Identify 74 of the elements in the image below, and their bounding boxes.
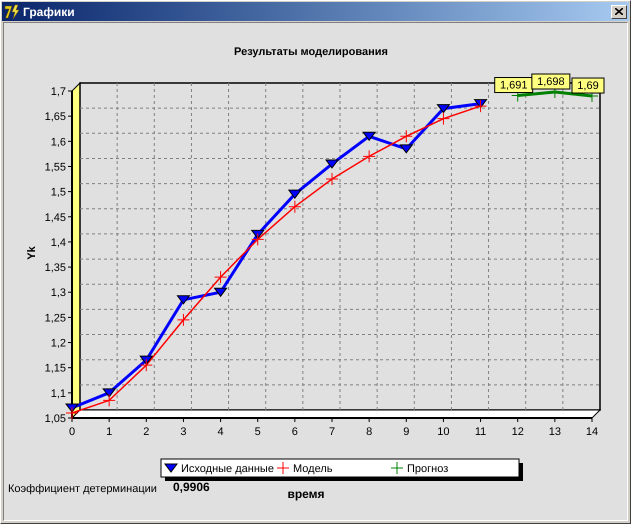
- annotation: 1,698: [537, 76, 565, 88]
- cross-marker: [474, 100, 488, 113]
- cross-marker: [102, 394, 116, 407]
- axis-tick-label: 1,2: [50, 338, 66, 350]
- triangle-marker: [139, 356, 154, 365]
- value-label: 1,691: [494, 77, 534, 94]
- triangle-marker: [102, 388, 116, 398]
- triangle-marker: [214, 288, 228, 298]
- axis-tick-label: 1,65: [44, 111, 66, 124]
- close-icon: [615, 8, 623, 15]
- cross-marker: [326, 172, 338, 186]
- legend-label: Исходные данные: [181, 463, 274, 475]
- window-title: Графики: [23, 4, 75, 20]
- axis-tick-label: 6: [292, 426, 298, 438]
- axis-tick-label: 7: [328, 426, 336, 438]
- axis-tick-label: 5: [254, 426, 261, 438]
- annotation: 1,69: [577, 80, 599, 92]
- axis-tick-label: 8: [366, 426, 372, 438]
- close-button[interactable]: [611, 4, 627, 18]
- legend-cross-marker: [276, 462, 290, 474]
- legend-cross-marker: [390, 462, 404, 474]
- cross-marker: [400, 130, 413, 143]
- cross-marker: [436, 112, 450, 126]
- axis-tick-label: 1,1: [50, 388, 66, 400]
- axis-tick-label: 1,3: [50, 287, 66, 300]
- legend-label: Прогноз: [407, 463, 448, 475]
- triangle-marker: [399, 144, 414, 154]
- axis-tick-label: 1,5: [50, 186, 66, 199]
- cross-marker: [140, 358, 153, 372]
- axis-title: Yk: [26, 246, 38, 260]
- axis-tick-label: 1,45: [44, 212, 66, 224]
- chart-title: Результаты моделирования: [234, 46, 388, 58]
- value-label: 1,698: [531, 74, 570, 90]
- axis-tick-label: 1,55: [44, 161, 66, 174]
- triangle-marker: [250, 230, 265, 240]
- triangle-marker: [362, 132, 376, 142]
- axis-tick-label: 1: [106, 426, 112, 438]
- legend-label: Модель: [293, 463, 332, 475]
- cross-marker: [214, 270, 228, 284]
- triangle-marker: [65, 403, 79, 413]
- value-label: 1,69: [572, 78, 604, 94]
- annotation: 1,691: [500, 80, 528, 92]
- axis-tick-label: 1,15: [44, 362, 66, 375]
- axis-tick-label: 14: [586, 426, 598, 438]
- axis-tick-label: 1,4: [50, 236, 66, 249]
- triangle-marker: [176, 295, 190, 305]
- cross-marker: [66, 406, 78, 420]
- axis-tick-label: 1,35: [44, 262, 66, 274]
- cross-marker: [288, 200, 302, 214]
- coefficient-value: 0,9906: [173, 480, 210, 494]
- axis-tick-label: 13: [548, 426, 561, 438]
- coefficient-label: Коэффициент детерминации: [8, 483, 157, 495]
- axis-tick-label: 1,6: [50, 136, 66, 148]
- app-icon: [4, 4, 20, 20]
- cross-marker: [251, 232, 264, 246]
- axis-tick-label: 2: [143, 426, 150, 438]
- cross-marker: [362, 150, 376, 163]
- triangle-marker: [325, 159, 339, 169]
- axis-tick-label: 4: [218, 426, 224, 438]
- axis-tick-label: 10: [437, 426, 450, 438]
- axis-tick-label: 12: [512, 426, 524, 438]
- axis-tick-label: 9: [403, 426, 410, 438]
- triangle-marker: [474, 99, 488, 108]
- axis-tick-label: 0: [68, 426, 76, 438]
- axis-tick-label: 1,25: [44, 312, 66, 324]
- axis-title: время: [287, 487, 325, 501]
- cross-marker: [176, 313, 190, 326]
- legend-triangle-marker: [164, 464, 178, 473]
- axis-tick-label: 11: [474, 426, 486, 438]
- axis-tick-label: 1,05: [44, 413, 66, 425]
- axis-tick-label: 3: [180, 426, 186, 438]
- axis-tick-label: 1,7: [50, 86, 66, 98]
- triangle-marker: [288, 190, 302, 199]
- triangle-marker: [436, 104, 450, 114]
